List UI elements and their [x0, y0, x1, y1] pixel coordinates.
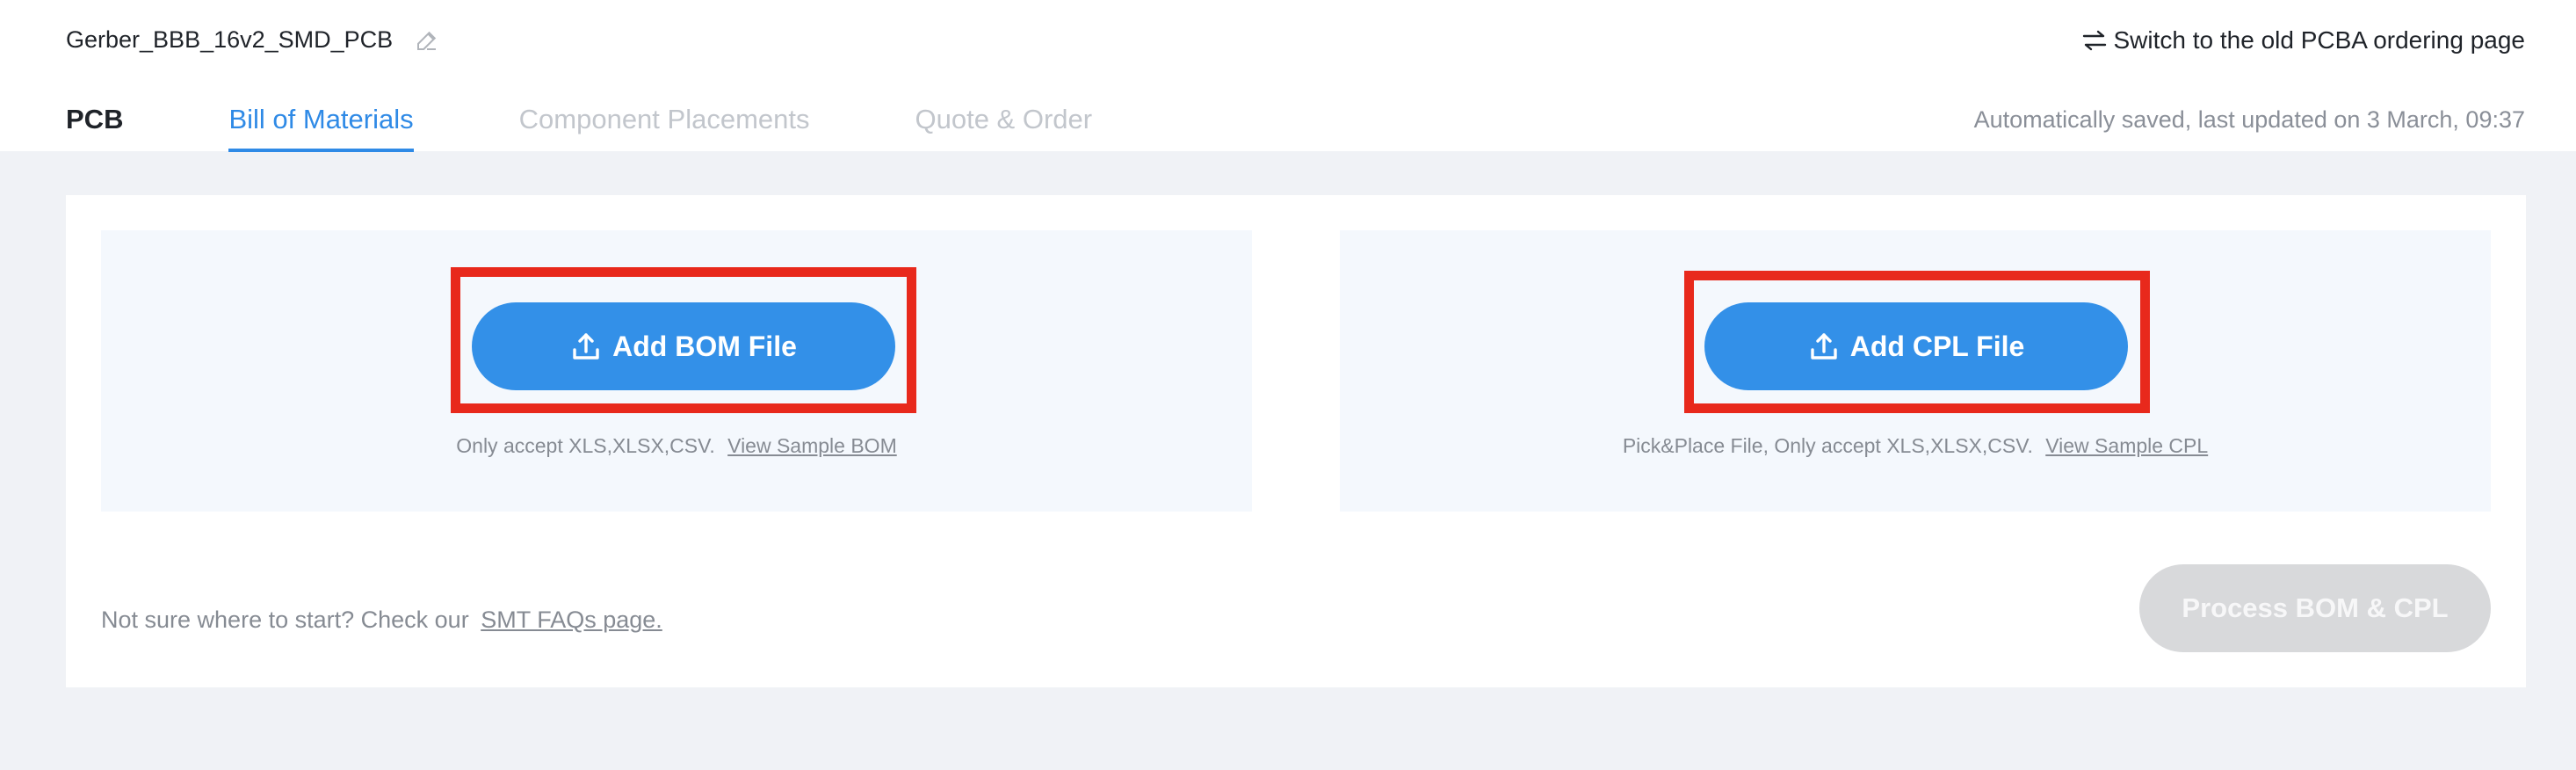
upload-icon: [1808, 331, 1840, 362]
cpl-hint: Pick&Place File, Only accept XLS,XLSX,CS…: [1340, 434, 2491, 458]
top-bar: Gerber_BBB_16v2_SMD_PCB Switch to the ol…: [0, 0, 2576, 152]
add-bom-label: Add BOM File: [612, 330, 797, 362]
upload-card: Add BOM File Only accept XLS,XLSX,CSV. V…: [66, 195, 2526, 687]
view-sample-cpl-link[interactable]: View Sample CPL: [2045, 434, 2208, 457]
tab-component-placements: Component Placements: [518, 104, 810, 134]
tab-quote-order: Quote & Order: [915, 104, 1093, 134]
tab-pcb[interactable]: PCB: [66, 97, 123, 151]
bom-hint-text: Only accept XLS,XLSX,CSV.: [456, 434, 715, 457]
add-bom-file-button[interactable]: Add BOM File: [472, 302, 895, 390]
add-cpl-label: Add CPL File: [1849, 330, 2025, 362]
add-cpl-file-button[interactable]: Add CPL File: [1704, 302, 2128, 390]
project-name: Gerber_BBB_16v2_SMD_PCB: [66, 26, 394, 53]
switch-old-page-link[interactable]: Switch to the old PCBA ordering page: [2081, 26, 2525, 54]
bom-hint: Only accept XLS,XLSX,CSV. View Sample BO…: [101, 434, 1252, 458]
tab-bar: PCB Bill of Materials Component Placemen…: [66, 97, 1198, 152]
project-title: Gerber_BBB_16v2_SMD_PCB: [66, 26, 440, 54]
view-sample-bom-link[interactable]: View Sample BOM: [727, 434, 897, 457]
switch-icon: [2081, 29, 2108, 52]
faq-hint-text: Not sure where to start? Check our: [101, 607, 469, 633]
faq-hint: Not sure where to start? Check our SMT F…: [101, 607, 662, 634]
bom-upload-panel: Add BOM File Only accept XLS,XLSX,CSV. V…: [101, 230, 1252, 512]
cpl-upload-panel: Add CPL File Pick&Place File, Only accep…: [1340, 230, 2491, 512]
edit-icon[interactable]: [414, 27, 440, 54]
process-bom-cpl-button: Process BOM & CPL: [2139, 564, 2491, 652]
upload-icon: [570, 331, 602, 362]
switch-label: Switch to the old PCBA ordering page: [2113, 26, 2525, 54]
tab-bill-of-materials[interactable]: Bill of Materials: [228, 97, 414, 152]
smt-faqs-link[interactable]: SMT FAQs page.: [481, 607, 662, 633]
cpl-hint-text: Pick&Place File, Only accept XLS,XLSX,CS…: [1622, 434, 2033, 457]
saved-status: Automatically saved, last updated on 3 M…: [1973, 106, 2525, 133]
